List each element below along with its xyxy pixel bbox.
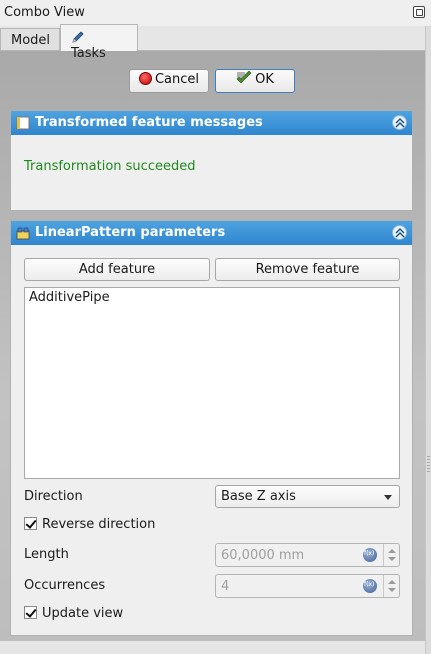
length-stepper[interactable] [383,544,399,566]
document-icon [16,116,30,130]
direction-select[interactable]: Base Z axis [215,485,400,508]
collapse-icon[interactable] [392,225,407,240]
window-title: Combo View [4,5,85,20]
pencil-icon [72,31,84,43]
cancel-button[interactable]: Cancel [129,69,209,93]
expression-icon[interactable] [363,548,377,562]
feature-list[interactable]: AdditivePipe [24,287,400,479]
float-icon[interactable] [413,6,425,18]
messages-section-title: Transformed feature messages [35,115,263,130]
linear-pattern-section: LinearPattern parameters Add feature Rem… [10,220,413,636]
tab-model-label: Model [11,33,51,48]
occurrences-label: Occurrences [24,578,106,593]
dock-splitter[interactable] [425,26,431,654]
remove-feature-button[interactable]: Remove feature [215,258,400,281]
cancel-icon [138,72,152,85]
expression-icon[interactable] [363,579,377,593]
add-feature-button[interactable]: Add feature [24,258,210,281]
params-section-title: LinearPattern parameters [35,225,226,240]
tab-tasks-label: Tasks [71,46,106,61]
tab-model[interactable]: Model [0,28,60,50]
occurrences-stepper[interactable] [383,575,399,597]
checkbox-checked-icon[interactable] [24,517,37,530]
status-message: Transformation succeeded [24,159,196,174]
params-section-header[interactable]: LinearPattern parameters [11,221,412,245]
collapse-icon[interactable] [392,115,407,130]
direction-label: Direction [24,489,83,504]
tab-tasks[interactable]: Tasks [60,24,138,61]
linear-pattern-icon [16,227,30,240]
length-value: 60,0000 mm [221,548,305,563]
ok-button[interactable]: OK [215,69,295,93]
update-view-checkbox[interactable]: Update view [24,606,123,621]
window-titlebar: Combo View [0,0,431,26]
direction-value: Base Z axis [221,489,296,504]
messages-section-header[interactable]: Transformed feature messages [11,111,412,135]
chevron-down-icon [384,495,392,500]
list-item[interactable]: AdditivePipe [29,290,110,305]
checkbox-checked-icon[interactable] [24,606,37,619]
messages-section: Transformed feature messages Transformat… [10,110,413,211]
occurrences-input[interactable]: 4 [215,574,400,598]
length-input[interactable]: 60,0000 mm [215,543,400,567]
cancel-label: Cancel [154,72,200,87]
ok-icon [236,71,252,84]
ok-label: OK [255,72,274,87]
reverse-direction-checkbox[interactable]: Reverse direction [24,517,155,532]
occurrences-value: 4 [221,579,230,594]
length-label: Length [24,547,69,562]
update-view-label: Update view [42,606,124,621]
reverse-direction-label: Reverse direction [42,517,156,532]
